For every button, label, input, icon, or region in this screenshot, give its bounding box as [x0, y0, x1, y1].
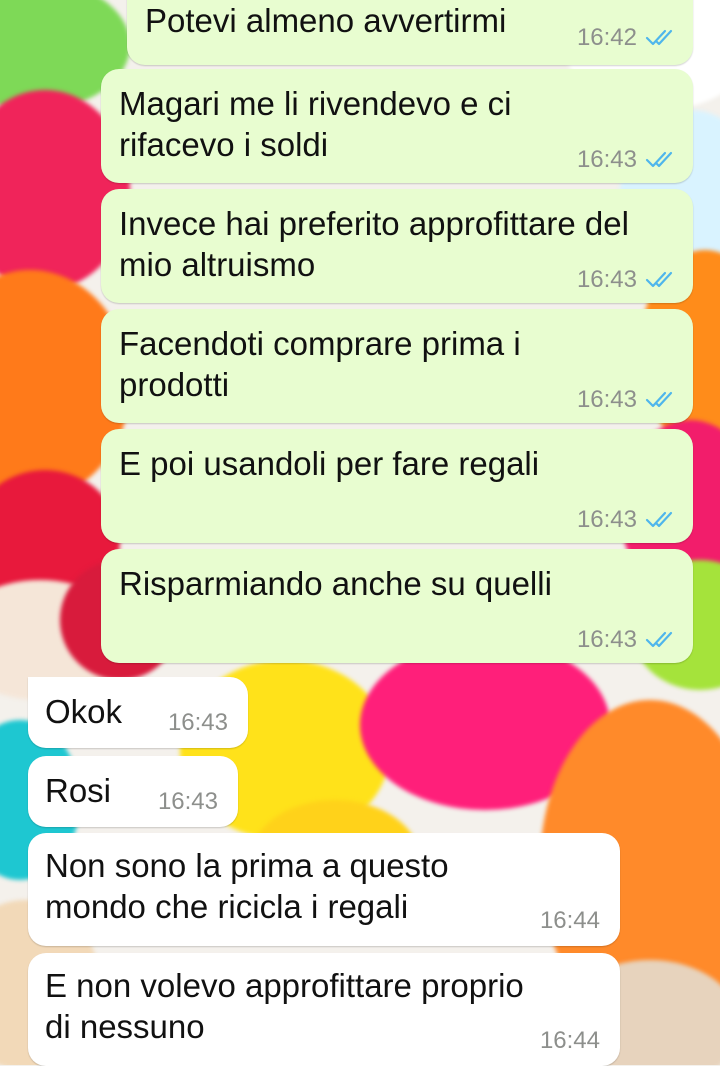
incoming-message[interactable]: Okok 16:43: [28, 677, 248, 748]
outgoing-message[interactable]: Magari me li rivendevo e ci rifacevo i s…: [101, 69, 693, 183]
message-text: E poi usandoli per fare regali: [119, 445, 540, 482]
message-time: 16:43: [576, 506, 637, 533]
message-time: 16:43: [576, 386, 637, 413]
message-text: Risparmiando anche su quelli: [119, 565, 552, 602]
double-check-icon: [645, 151, 673, 168]
outgoing-message[interactable]: Facendoti comprare prima i prodotti 16:4…: [101, 309, 693, 423]
message-meta: 16:43: [168, 710, 228, 736]
message-meta: 16:43: [158, 789, 218, 815]
message-meta: 16:43: [577, 387, 675, 413]
message-meta: 16:44: [540, 908, 600, 934]
double-check-icon: [645, 511, 673, 528]
incoming-message[interactable]: Rosi 16:43: [28, 756, 238, 827]
message-meta: 16:43: [577, 267, 675, 293]
message-time: 16:43: [576, 146, 637, 173]
message-meta: 16:43: [577, 507, 675, 533]
message-list: Potevi almeno avvertirmi 16:42 Magari me…: [0, 0, 720, 1066]
message-meta: 16:42: [577, 25, 675, 51]
message-meta: 16:43: [577, 147, 675, 173]
message-time: 16:44: [539, 1027, 600, 1054]
incoming-message[interactable]: E non volevo approfittare proprio di nes…: [28, 953, 620, 1066]
message-time: 16:44: [539, 907, 600, 934]
outgoing-message[interactable]: Invece hai preferito approfittare del mi…: [101, 189, 693, 303]
message-meta: 16:44: [540, 1028, 600, 1054]
double-check-icon: [645, 271, 673, 288]
message-time: 16:42: [576, 24, 637, 51]
outgoing-message[interactable]: E poi usandoli per fare regali 16:43: [101, 429, 693, 543]
incoming-message[interactable]: Non sono la prima a questo mondo che ric…: [28, 833, 620, 946]
double-check-icon: [645, 631, 673, 648]
message-time: 16:43: [576, 266, 637, 293]
message-text: Non sono la prima a questo mondo che ric…: [45, 847, 449, 925]
message-meta: 16:43: [577, 627, 675, 653]
outgoing-message[interactable]: Potevi almeno avvertirmi 16:42: [127, 0, 693, 65]
double-check-icon: [645, 391, 673, 408]
message-text: E non volevo approfittare proprio di nes…: [45, 967, 524, 1045]
message-time: 16:43: [167, 709, 228, 736]
outgoing-message[interactable]: Risparmiando anche su quelli 16:43: [101, 549, 693, 663]
message-time: 16:43: [576, 626, 637, 653]
double-check-icon: [645, 29, 673, 46]
message-time: 16:43: [157, 788, 218, 815]
